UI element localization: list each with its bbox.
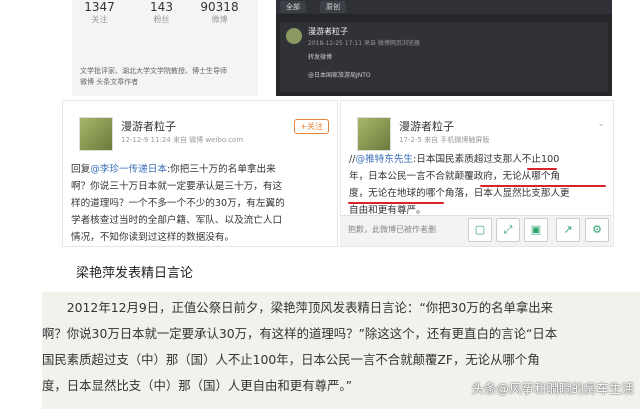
post-line: //@推特东先生:日本国民素质超过支那人不止100 — [349, 154, 560, 165]
highlight-underline — [527, 168, 557, 170]
post-mention[interactable]: @日本国家旅游局JNTO — [308, 70, 371, 79]
stat-label: 关注 — [91, 15, 108, 24]
weibo-post-left: 漫游者粒子 12-12-9 11:24 来自 微博 weibo.com +关注 … — [62, 100, 338, 247]
avatar[interactable] — [357, 117, 391, 151]
profile-bio-line: 微博 头条文章作者 — [80, 78, 139, 86]
stat-posts[interactable]: 90318 微博 — [192, 0, 247, 26]
highlight-underline — [480, 185, 606, 187]
stat-value: 90318 — [200, 0, 239, 14]
copy-icon[interactable]: ▢ — [468, 218, 492, 242]
stat-value: 1347 — [84, 0, 115, 14]
dark-weibo-screenshot: 全部 原创 漫游者粒子 2018-12-25 17:11 来自 微博网页浏览器 … — [276, 0, 612, 96]
post-meta: 17-2-5 来自 手机微博触屏版 — [399, 136, 490, 144]
profile-bio-line: 文学批评家、湖北大学文学院教授、博士生导师 — [80, 67, 227, 75]
mention-link[interactable]: @李珍一传递日本 — [90, 164, 167, 175]
post-line: 情况，不知你读到过这样的数据没有。 — [71, 232, 235, 243]
chevron-down-icon[interactable]: ⌄ — [597, 119, 605, 129]
post-body: 回复@李珍一传递日本:你把三十万的名单拿出来 啊？你说三十万日本就一定要承认是三… — [71, 161, 285, 246]
follow-button[interactable]: +关注 — [294, 119, 329, 134]
tab-all[interactable]: 全部 — [280, 1, 306, 13]
mention-link[interactable]: @推特东先生 — [355, 154, 413, 165]
profile-card: 1347 关注 143 粉丝 90318 微博 文学批评家、湖北大学文学院教授、… — [72, 0, 258, 96]
tab-original[interactable]: 原创 — [320, 1, 346, 13]
avatar[interactable] — [79, 117, 113, 151]
post-meta: 2018-12-25 17:11 来自 微博网页浏览器 — [308, 40, 420, 47]
dark-post: 漫游者粒子 2018-12-25 17:11 来自 微博网页浏览器 转发微博 @… — [280, 22, 608, 92]
save-icon[interactable]: ▣ — [524, 218, 548, 242]
post-line: 啊？你说三十万日本就一定要承认是三十万，有这 — [71, 181, 283, 192]
post-author[interactable]: 漫游者粒子 — [399, 118, 454, 134]
post-line: 学者核查过当时的全部户籍、军队、以及流亡人口 — [71, 215, 283, 226]
quote-line: 国民素质超过支（中）那（国）人不止100年，日本公民一言不合就颠覆ZF，无论从哪… — [42, 352, 540, 367]
quote-line: 啊？你说30万日本就一定要承认30万，有这样的道理吗？”除这这个，还有更直白的言… — [42, 326, 558, 341]
post-author[interactable]: 漫游者粒子 — [308, 26, 348, 37]
watermark: 头条@风筝和瞷瞷的房车生活 — [471, 381, 634, 396]
post-line: 样的道理吗？一个不多一个不少的30万，有左翼的 — [71, 198, 285, 209]
quote-line: 2012年12月9日，正值公祭日前夕，梁艳萍顶风发表精日言论：“你把30万的名单… — [42, 300, 554, 315]
stat-label: 微博 — [211, 15, 228, 24]
tab-bar: 全部 原创 — [276, 0, 612, 14]
settings-icon[interactable]: ⚙ — [585, 218, 609, 242]
post-meta: 12-12-9 11:24 来自 微博 weibo.com — [121, 136, 244, 144]
deleted-notice: 抱歉，此微博已被作者删 — [348, 225, 436, 234]
stat-value: 143 — [150, 0, 173, 14]
stat-fans[interactable]: 143 粉丝 — [134, 0, 189, 26]
avatar — [286, 28, 302, 44]
post-line: 年，日本公民一言不合就颠覆政府，无论从哪个角 — [349, 171, 561, 182]
share-icon[interactable]: ↗ — [556, 218, 580, 242]
post-author[interactable]: 漫游者粒子 — [121, 118, 176, 134]
expand-icon[interactable]: ⤢ — [496, 218, 520, 242]
post-line: 度，无论在地球的哪个角落，日本人显然比支那人更 — [349, 188, 570, 199]
stat-label: 粉丝 — [153, 15, 170, 24]
image-caption: 梁艳萍发表精日言论 — [76, 266, 194, 281]
post-line: 回复@李珍一传递日本:你把三十万的名单拿出来 — [71, 164, 276, 175]
highlight-underline — [348, 202, 444, 204]
stat-follow[interactable]: 1347 关注 — [72, 0, 127, 26]
post-text: 转发微博 — [308, 54, 333, 61]
